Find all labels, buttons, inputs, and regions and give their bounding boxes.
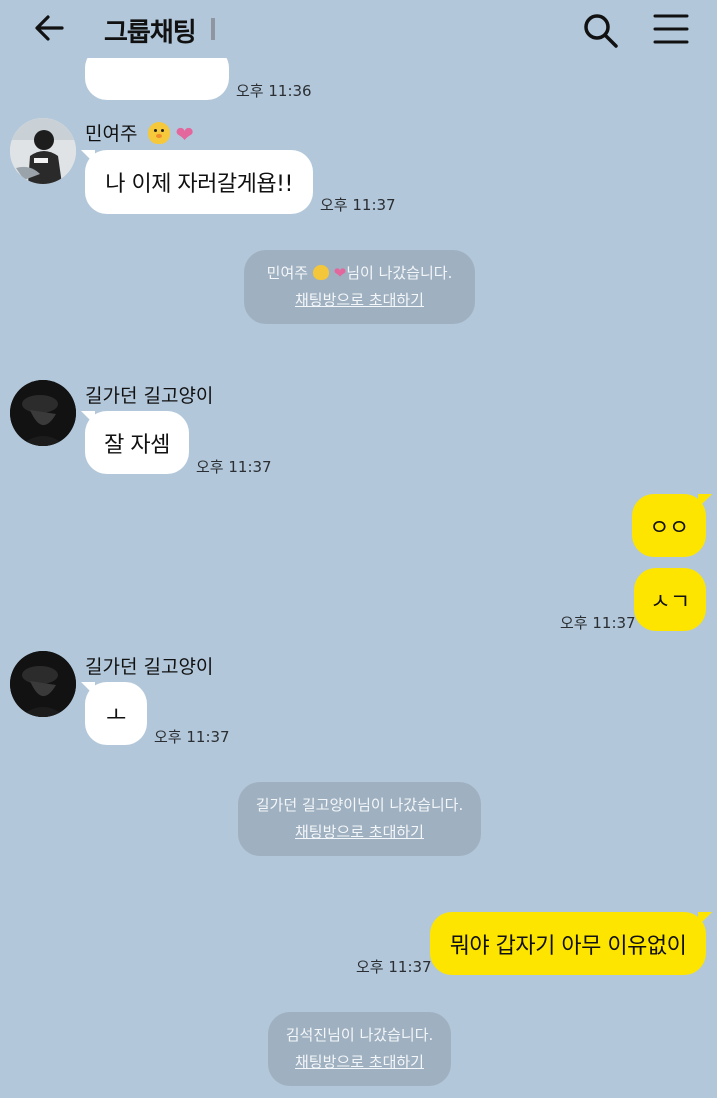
menu-button[interactable] — [652, 12, 690, 46]
avatar-photo-image — [10, 651, 76, 717]
invite-link[interactable]: 채팅방으로 초대하기 — [238, 819, 481, 846]
message-time: 오후 11:36 — [236, 82, 312, 100]
message-bubble[interactable]: 잘 자셈 — [81, 411, 189, 474]
message-time: 오후 11:37 — [320, 196, 396, 214]
heart-emoji-icon: ❤ — [333, 264, 347, 282]
sender-name: 길가던 길고양이 — [85, 656, 214, 678]
invite-link[interactable]: 채팅방으로 초대하기 — [244, 287, 475, 314]
invite-link[interactable]: 채팅방으로 초대하기 — [268, 1049, 451, 1076]
notice-text: 길가던 길고양이님이 나갔습니다. — [255, 796, 464, 814]
avatar-street-cat[interactable] — [10, 380, 76, 446]
chick-emoji-icon — [147, 122, 170, 144]
avatar-street-cat[interactable] — [10, 651, 76, 717]
chat-header: 그룹채팅 — [0, 0, 717, 58]
message-time: 오후 11:37 — [356, 958, 432, 976]
chat-title: 그룹채팅 — [104, 18, 197, 48]
notice-text: 김석진님이 나갔습니다. — [285, 1026, 434, 1044]
arrow-left-icon — [35, 15, 64, 41]
message-time: 오후 11:37 — [154, 728, 230, 746]
search-icon — [584, 14, 618, 48]
back-button[interactable] — [30, 10, 70, 46]
menu-icon — [653, 14, 689, 44]
system-notice-left: 민여주 ❤님이 나갔습니다. 채팅방으로 초대하기 — [244, 250, 475, 324]
notice-text: 민여주 ❤님이 나갔습니다. — [267, 264, 453, 282]
heart-emoji-icon: ❤ — [175, 123, 194, 148]
avatar-minyeoju[interactable] — [10, 118, 76, 184]
chick-emoji-icon — [312, 265, 329, 280]
search-button[interactable] — [580, 10, 620, 50]
avatar-photo-image — [10, 380, 76, 446]
message-time: 오후 11:37 — [560, 614, 636, 632]
my-message-bubble[interactable]: ㅅㄱ — [634, 568, 706, 631]
message-time: 오후 11:37 — [196, 458, 272, 476]
message-bubble[interactable]: 나 이제 자러갈게욥!! — [81, 150, 313, 214]
title-member-bar — [211, 18, 215, 40]
avatar-photo-image — [10, 118, 76, 184]
my-message-bubble[interactable]: 뭐야 갑자기 아무 이유없이 — [430, 912, 712, 975]
sender-name: 민여주 ❤ — [85, 122, 194, 148]
sender-name: 길가던 길고양이 — [85, 385, 214, 407]
system-notice-left: 길가던 길고양이님이 나갔습니다. 채팅방으로 초대하기 — [238, 782, 481, 856]
message-bubble[interactable]: ㅗ — [81, 682, 147, 745]
system-notice-left: 김석진님이 나갔습니다. 채팅방으로 초대하기 — [268, 1012, 451, 1086]
my-message-bubble[interactable]: ㅇㅇ — [632, 494, 712, 557]
